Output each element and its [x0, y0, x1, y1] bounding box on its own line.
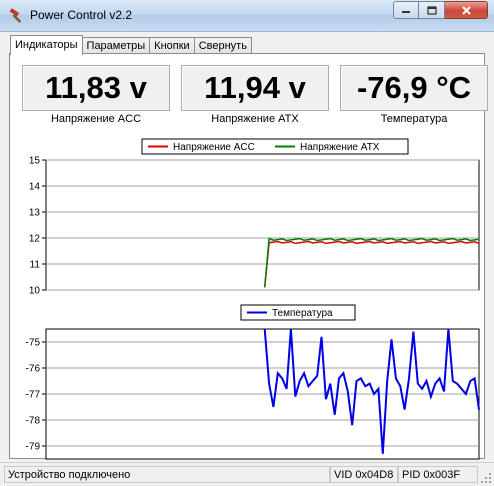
y-tick-label: 12 — [29, 234, 41, 245]
tab-minimize[interactable]: Свернуть — [193, 37, 252, 54]
hammer-icon — [9, 8, 22, 23]
minimize-icon — [402, 11, 410, 13]
temperature-display: -76,9 °C — [340, 65, 488, 111]
tab-parameters[interactable]: Параметры — [81, 37, 151, 54]
minimize-button[interactable] — [393, 1, 419, 19]
vid-readout: VID 0x04D8 — [330, 466, 398, 483]
y-tick-label: 14 — [29, 182, 41, 193]
tab-indicators[interactable]: Индикаторы — [10, 35, 83, 55]
close-icon — [461, 5, 471, 15]
legend-label: Температура — [272, 308, 333, 319]
y-tick-label: 10 — [29, 286, 41, 297]
y-tick-label: -77 — [26, 390, 41, 401]
pid-readout: PID 0x003F — [398, 466, 478, 483]
y-tick-label: 15 — [29, 156, 41, 167]
close-button[interactable] — [445, 1, 488, 19]
app-window: Power Control v2.2 Индикаторы Параметры … — [0, 0, 494, 486]
maximize-icon — [426, 5, 437, 15]
y-tick-label: -79 — [26, 442, 41, 453]
temperature-label: Температура — [380, 113, 448, 125]
window-title: Power Control v2.2 — [30, 8, 133, 22]
y-tick-label: 13 — [29, 208, 41, 219]
y-tick-label: -75 — [26, 338, 41, 349]
legend-label: Напряжение ACC — [173, 142, 255, 153]
y-tick-label: -76 — [26, 364, 41, 375]
y-tick-label: 11 — [30, 260, 41, 271]
atx-voltage-display: 11,94 v — [181, 65, 329, 111]
tab-buttons[interactable]: Кнопки — [149, 37, 195, 54]
connection-status: Устройство подключено — [4, 466, 330, 483]
acc-voltage-label: Напряжение ACC — [50, 113, 142, 125]
y-tick-label: -78 — [26, 416, 41, 427]
acc-voltage-display: 11,83 v — [22, 65, 170, 111]
tab-strip: Индикаторы Параметры Кнопки Свернуть — [10, 34, 252, 55]
window-controls — [393, 1, 488, 20]
plot-area — [45, 159, 480, 291]
voltage-chart: 10 11 12 13 14 15 Напряжение ACC Напряжение ATX — [29, 138, 480, 297]
maximize-button[interactable] — [419, 1, 445, 19]
atx-voltage-label: Напряжение ATX — [211, 113, 299, 125]
resize-grip-icon[interactable] — [480, 472, 492, 484]
legend-label: Напряжение ATX — [300, 142, 380, 153]
title-bar[interactable]: Power Control v2.2 — [0, 0, 494, 32]
status-bar: Устройство подключено VID 0x04D8 PID 0x0… — [0, 462, 494, 486]
temperature-chart: -75 -76 -77 -78 -79 Температура — [26, 304, 480, 460]
